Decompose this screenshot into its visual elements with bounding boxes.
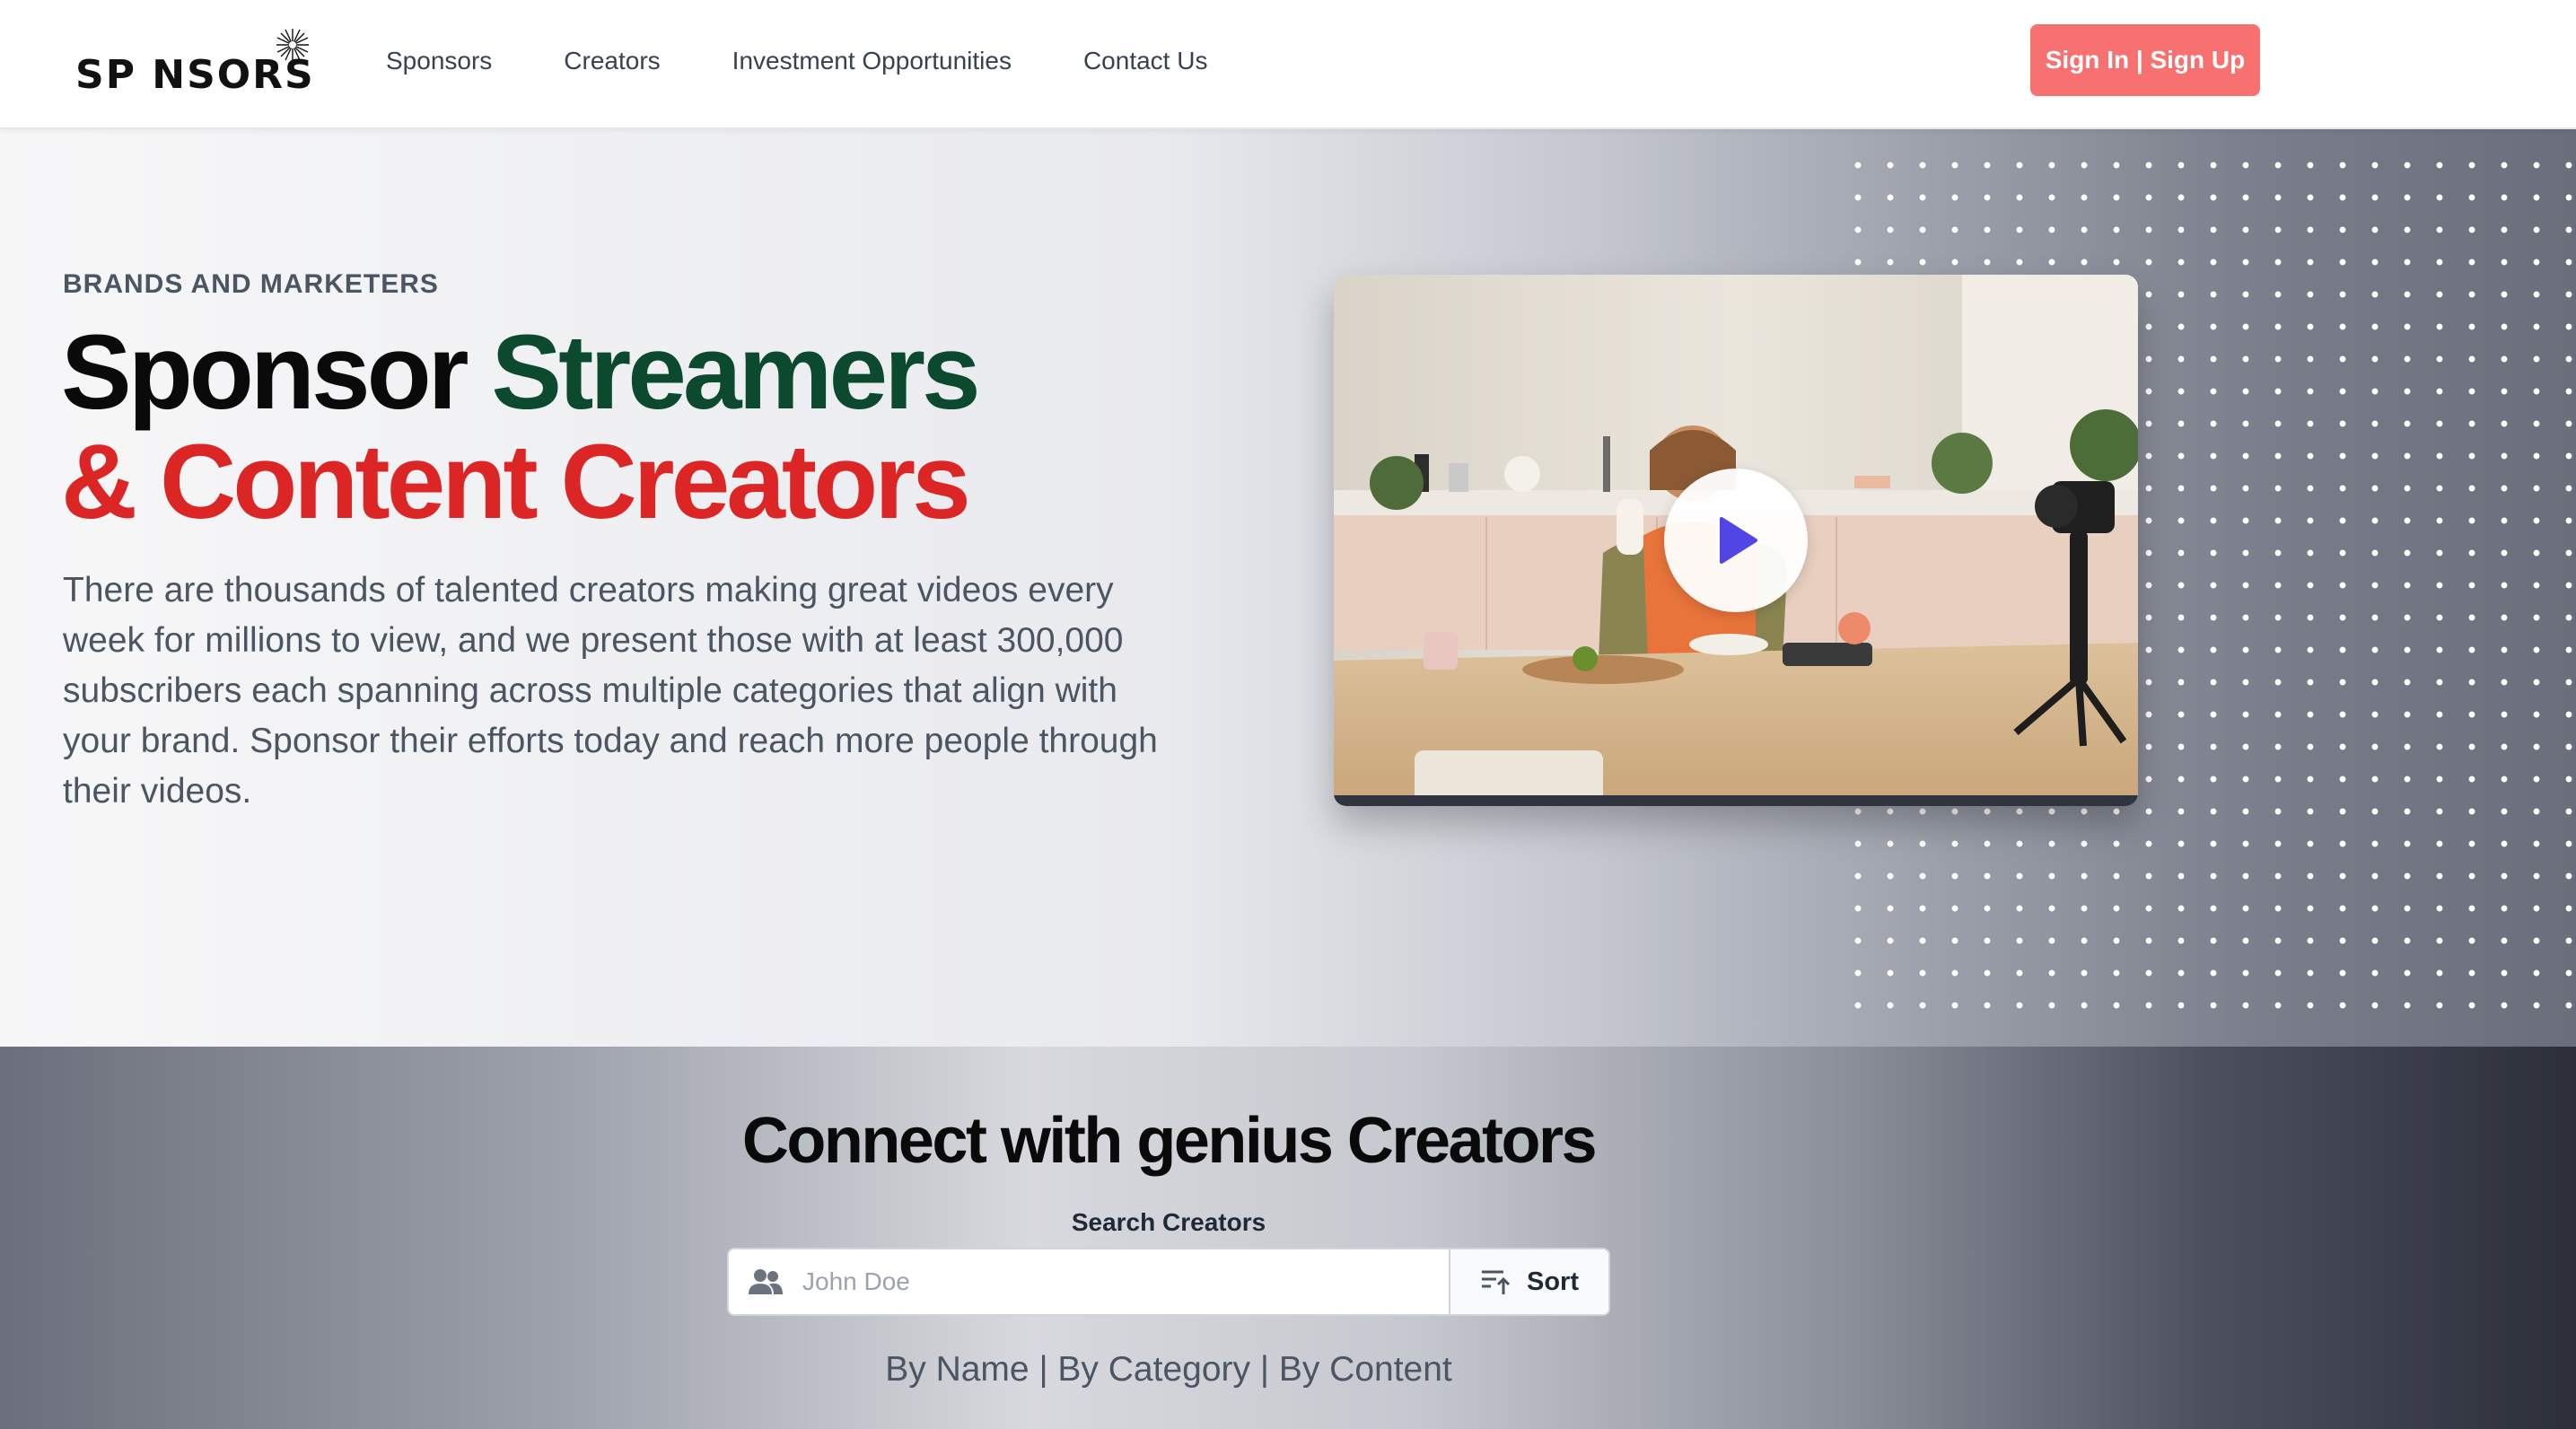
hero-headline: Sponsor Streamers & Content Creators <box>61 318 981 537</box>
play-icon <box>1720 517 1757 564</box>
main-nav: Sponsors Creators Investment Opportuniti… <box>386 43 1279 79</box>
sign-in-sign-up-button[interactable]: Sign In | Sign Up <box>2030 24 2260 96</box>
headline-sponsor: Sponsor <box>61 313 492 432</box>
search-label: Search Creators <box>1071 1208 1266 1236</box>
search-input[interactable] <box>802 1249 1449 1314</box>
search-filter-options: By Name | By Category | By Content <box>885 1350 1452 1389</box>
play-button[interactable] <box>1664 469 1808 612</box>
users-icon <box>729 1249 802 1314</box>
video-progress-bar[interactable] <box>1334 795 2138 806</box>
search-section-title: Connect with genius Creators <box>741 1105 1598 1177</box>
search-bar: Sort <box>727 1248 1610 1316</box>
site-header: SP NSORS Sponsors Creators Investment Op… <box>0 0 2576 129</box>
hero-description: There are thousands of talented creators… <box>63 571 1158 811</box>
nav-sponsors[interactable]: Sponsors <box>386 43 492 79</box>
search-section: Connect with genius Creators Search Crea… <box>0 1047 2576 1429</box>
hero-section: BRANDS AND MARKETERS Sponsor Streamers &… <box>0 129 2576 1047</box>
sort-button[interactable]: Sort <box>1449 1249 1608 1314</box>
logo[interactable]: SP NSORS <box>75 27 315 102</box>
headline-streamers: Streamers <box>491 313 980 432</box>
logo-burst-icon <box>276 29 309 61</box>
sort-label: Sort <box>1527 1267 1579 1296</box>
nav-creators[interactable]: Creators <box>564 43 660 79</box>
sort-ascending-icon <box>1482 1270 1511 1294</box>
headline-content-creators: & Content Creators <box>61 423 971 541</box>
hero-eyebrow: BRANDS AND MARKETERS <box>63 269 439 299</box>
nav-contact-us[interactable]: Contact Us <box>1083 43 1208 79</box>
nav-investment-opportunities[interactable]: Investment Opportunities <box>732 43 1012 79</box>
hero-video[interactable] <box>1334 275 2138 806</box>
